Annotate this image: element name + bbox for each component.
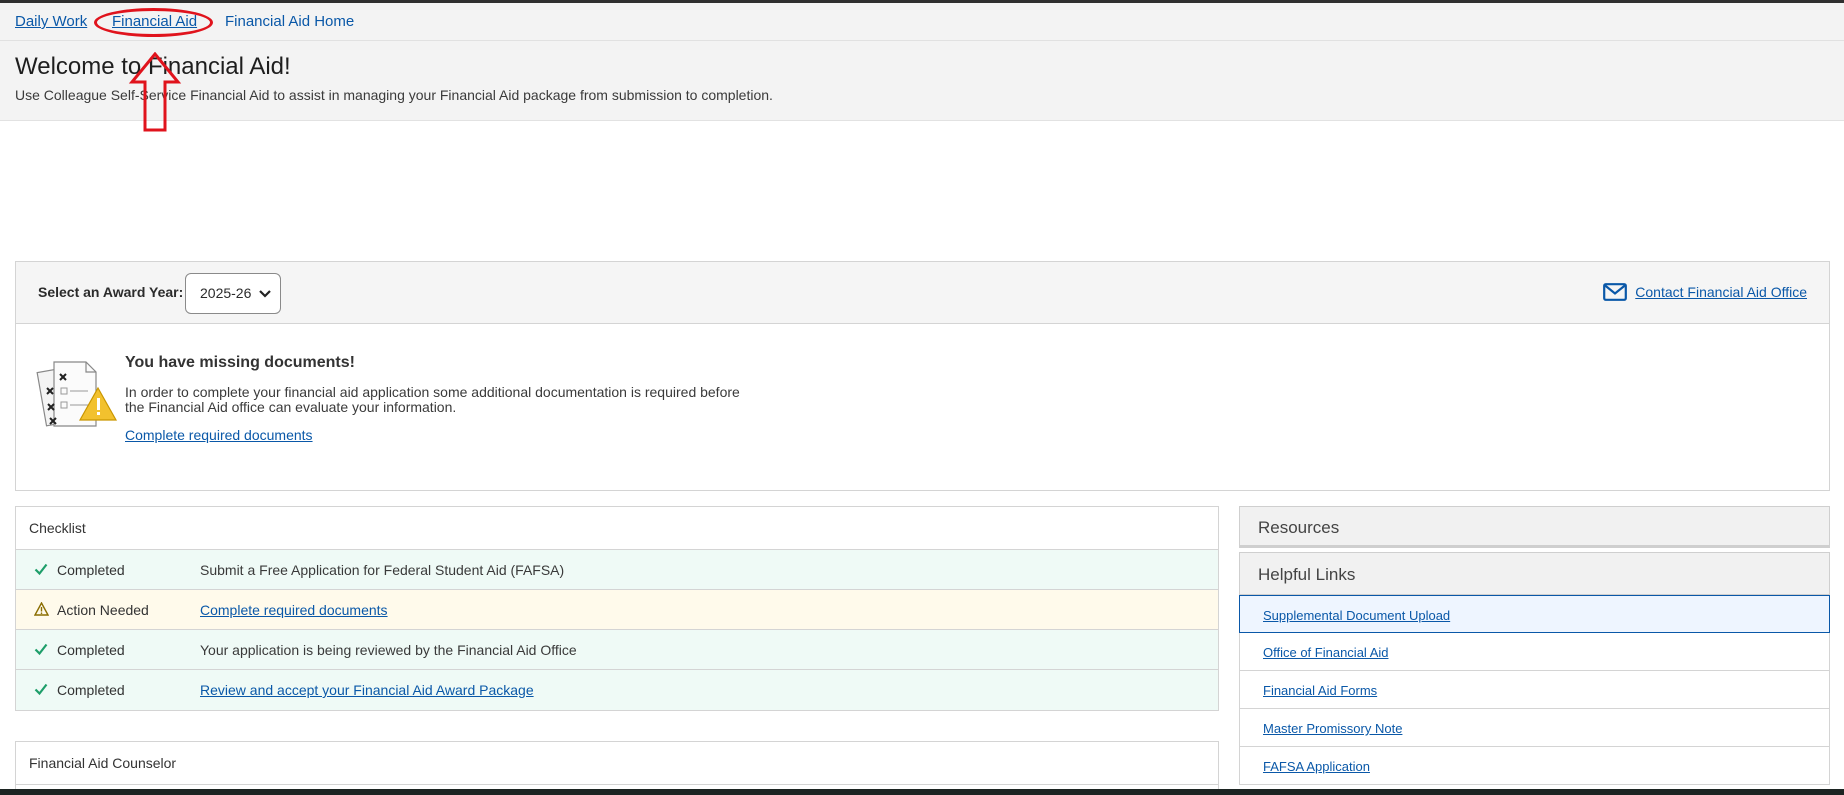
list-item: Supplemental Document Upload [1239, 595, 1830, 633]
chevron-down-icon [259, 290, 271, 298]
counselor-title: Financial Aid Counselor [16, 742, 1218, 785]
checklist-title: Checklist [16, 507, 1218, 550]
helpful-link-promissory-note[interactable]: Master Promissory Note [1263, 721, 1402, 736]
complete-documents-task-link[interactable]: Complete required documents [200, 602, 388, 618]
checklist-status: Completed [57, 642, 125, 658]
helpful-links-list: Supplemental Document Upload Office of F… [1239, 595, 1830, 785]
check-icon [34, 643, 48, 656]
award-year-bar: Select an Award Year: 2025-26 Contact Fi… [15, 261, 1830, 324]
helpful-link-office-financial-aid[interactable]: Office of Financial Aid [1263, 645, 1389, 660]
list-item: Office of Financial Aid [1239, 633, 1830, 671]
check-icon [34, 683, 48, 696]
list-item: Financial Aid Forms [1239, 671, 1830, 709]
warning-icon [34, 602, 49, 616]
missing-documents-message: In order to complete your financial aid … [125, 384, 740, 415]
checklist-task: Submit a Free Application for Federal St… [200, 562, 565, 578]
award-year-value: 2025-26 [200, 285, 252, 301]
envelope-icon [1603, 283, 1628, 301]
resources-header[interactable]: Resources [1239, 506, 1830, 548]
checklist-row: Completed Your application is being revi… [16, 630, 1218, 670]
award-year-select[interactable]: 2025-26 [185, 273, 281, 314]
breadcrumb-financial-aid-home: Financial Aid Home [225, 13, 355, 30]
helpful-link-supplemental-upload[interactable]: Supplemental Document Upload [1263, 608, 1450, 623]
checklist-row: Completed Submit a Free Application for … [16, 550, 1218, 590]
annotation-ellipse [94, 8, 213, 37]
list-item: Master Promissory Note [1239, 709, 1830, 747]
checklist-status: Completed [57, 562, 125, 578]
contact-financial-aid-link[interactable]: Contact Financial Aid Office [1603, 283, 1807, 301]
list-item: FAFSA Application [1239, 747, 1830, 785]
checklist-status: Completed [57, 682, 125, 698]
counselor-panel: Financial Aid Counselor [15, 741, 1219, 795]
helpful-link-forms[interactable]: Financial Aid Forms [1263, 683, 1377, 698]
contact-label: Contact Financial Aid Office [1635, 284, 1807, 300]
checklist-status: Action Needed [57, 602, 149, 618]
breadcrumb-daily-work[interactable]: Daily Work [15, 13, 87, 30]
helpful-link-fafsa[interactable]: FAFSA Application [1263, 759, 1370, 774]
checklist-row: Completed Review and accept your Financi… [16, 670, 1218, 710]
breadcrumb: Daily Work Financial Aid Financial Aid H… [0, 3, 1844, 41]
helpful-links-header[interactable]: Helpful Links [1239, 552, 1830, 595]
welcome-banner: Welcome to Financial Aid! Use Colleague … [0, 41, 1844, 121]
checklist-panel: Checklist Completed Submit a Free Applic… [15, 506, 1219, 711]
award-year-label: Select an Award Year: [38, 284, 184, 300]
complete-documents-link[interactable]: Complete required documents [125, 427, 313, 443]
check-icon [34, 563, 48, 576]
checklist-row: Action Needed Complete required document… [16, 590, 1218, 630]
annotation-arrow-icon [128, 52, 182, 132]
missing-documents-panel: You have missing documents! In order to … [15, 324, 1830, 491]
checklist-task: Your application is being reviewed by th… [200, 642, 577, 658]
bottom-bar [0, 789, 1844, 795]
missing-documents-title: You have missing documents! [125, 354, 355, 371]
review-award-package-link[interactable]: Review and accept your Financial Aid Awa… [200, 682, 534, 698]
missing-documents-icon [36, 361, 118, 427]
